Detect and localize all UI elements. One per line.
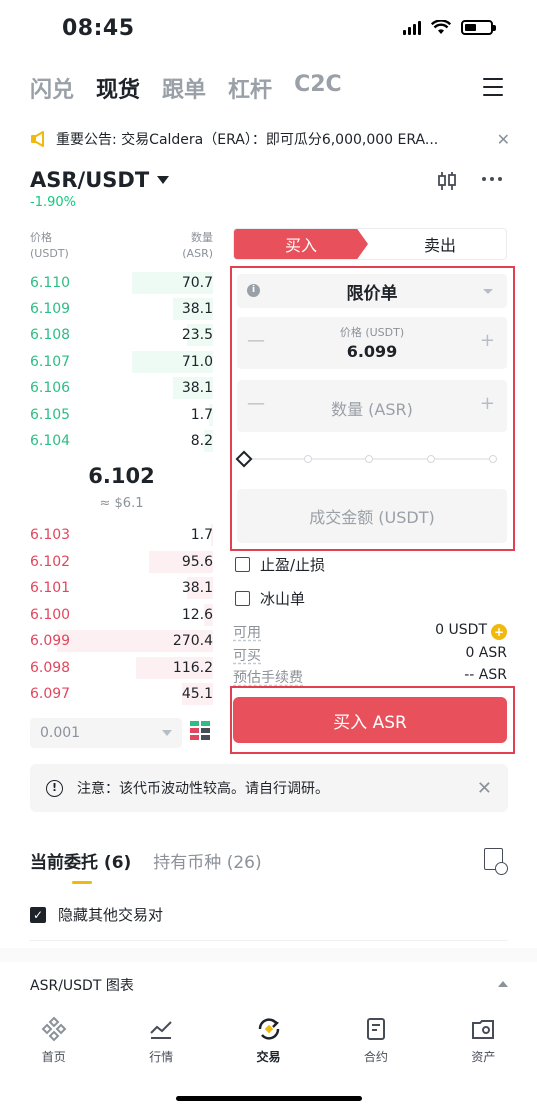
ask-row[interactable]: 6.109 38.1 (30, 296, 213, 322)
bid-row[interactable]: 6.103 1.7 (30, 522, 213, 548)
orderbook-qty-header: 数量 (ASR) (182, 231, 213, 260)
announcement-bar[interactable]: 重要公告: 交易Caldera（ERA）：即可瓜分6,000,000 ERA..… (30, 129, 510, 149)
bid-row[interactable]: 6.099 270.4 (30, 628, 213, 654)
volatility-notice: ! 注意：该代币波动性较高。请自行调研。 ✕ (30, 764, 508, 812)
pair-selector[interactable]: ASR/USDT (30, 168, 170, 192)
divider (30, 940, 508, 941)
active-tab-indicator (72, 881, 92, 884)
highlight-buy-button (230, 686, 515, 754)
iceberg-checkbox[interactable]: 冰山单 (235, 588, 305, 609)
tab-holdings[interactable]: 持有币种 (26) (153, 848, 261, 873)
hide-other-pairs-checkbox[interactable]: ✓ 隐藏其他交易对 (30, 904, 163, 925)
ask-row[interactable]: 6.110 70.7 (30, 270, 213, 296)
sell-tab[interactable]: 卖出 (374, 229, 506, 259)
add-funds-icon[interactable]: + (491, 624, 507, 640)
close-icon[interactable]: ✕ (497, 130, 510, 149)
tab-swap[interactable]: 闪兑 (30, 72, 74, 104)
home-icon (41, 1016, 67, 1042)
nav-markets[interactable]: 行情 (107, 1004, 214, 1074)
bottom-nav: 首页 行情 交易 合约 资产 (0, 1004, 537, 1074)
bid-row[interactable]: 6.100 12.6 (30, 602, 213, 628)
buyable-row: 可买 0 ASR (233, 645, 507, 664)
megaphone-icon (31, 131, 44, 147)
wallet-icon (472, 1020, 495, 1039)
ask-row[interactable]: 6.108 23.5 (30, 322, 213, 348)
trade-swap-icon (258, 1018, 279, 1040)
menu-icon[interactable] (483, 78, 503, 96)
bid-row[interactable]: 6.102 95.6 (30, 549, 213, 575)
orderbook-layout-icon[interactable] (190, 721, 210, 740)
precision-select[interactable]: 0.001 (30, 718, 182, 748)
nav-assets[interactable]: 资产 (430, 1004, 537, 1074)
ask-row[interactable]: 6.105 1.7 (30, 402, 213, 428)
nav-futures[interactable]: 合约 (322, 1004, 429, 1074)
fee-row: 预估手续费 -- ASR (233, 667, 507, 686)
nav-trade[interactable]: 交易 (215, 1004, 322, 1074)
close-icon[interactable]: ✕ (477, 778, 492, 799)
tab-spot[interactable]: 现货 (96, 72, 140, 104)
wifi-icon (431, 19, 451, 34)
chart-line-icon (150, 1021, 172, 1039)
orderbook-price-header: 价格 (USDT) (30, 231, 69, 260)
bid-row[interactable]: 6.101 38.1 (30, 575, 213, 601)
price-change: -1.90% (30, 195, 76, 210)
bid-row[interactable]: 6.097 45.1 (30, 681, 213, 707)
home-indicator (176, 1096, 362, 1101)
bid-row[interactable]: 6.098 116.2 (30, 655, 213, 681)
alert-icon: ! (46, 779, 63, 797)
pair-symbol: ASR/USDT (30, 168, 150, 192)
chevron-down-icon (157, 176, 170, 184)
battery-icon (461, 19, 496, 35)
announcement-text[interactable]: 重要公告: 交易Caldera（ERA）：即可瓜分6,000,000 ERA..… (56, 129, 489, 149)
chevron-up-icon (498, 981, 508, 987)
more-icon[interactable] (482, 177, 502, 181)
tab-margin[interactable]: 杠杆 (228, 72, 272, 104)
status-time: 08:45 (62, 16, 135, 41)
tab-open-orders[interactable]: 当前委托 (6) (30, 848, 131, 873)
nav-home[interactable]: 首页 (0, 1004, 107, 1074)
section-separator (0, 948, 537, 962)
signal-icon (403, 19, 421, 35)
available-row: 可用 0 USDT + (233, 622, 507, 642)
futures-icon (366, 1018, 385, 1040)
tab-c2c[interactable]: C2C (294, 72, 342, 104)
status-icons (403, 19, 496, 35)
tab-copy-trading[interactable]: 跟单 (162, 72, 206, 104)
highlight-order-form (230, 266, 515, 551)
last-price-usd: ≈ $6.1 (99, 496, 144, 511)
candlestick-icon[interactable] (436, 170, 458, 192)
chart-toggle[interactable]: ASR/USDT 图表 (30, 975, 508, 995)
orders-tabs: 当前委托 (6) 持有币种 (26) (30, 848, 262, 873)
top-tabs: 闪兑 现货 跟单 杠杆 C2C (30, 72, 342, 104)
ask-row[interactable]: 6.107 71.0 (30, 349, 213, 375)
buy-tab[interactable]: 买入 (234, 229, 368, 259)
buy-sell-toggle: 买入 卖出 (233, 228, 507, 260)
last-price: 6.102 (88, 464, 155, 488)
ask-row[interactable]: 6.104 8.2 (30, 428, 213, 454)
chevron-down-icon (162, 730, 172, 736)
tp-sl-checkbox[interactable]: 止盈/止损 (235, 554, 325, 575)
order-history-icon[interactable] (484, 848, 508, 875)
ask-row[interactable]: 6.106 38.1 (30, 375, 213, 401)
